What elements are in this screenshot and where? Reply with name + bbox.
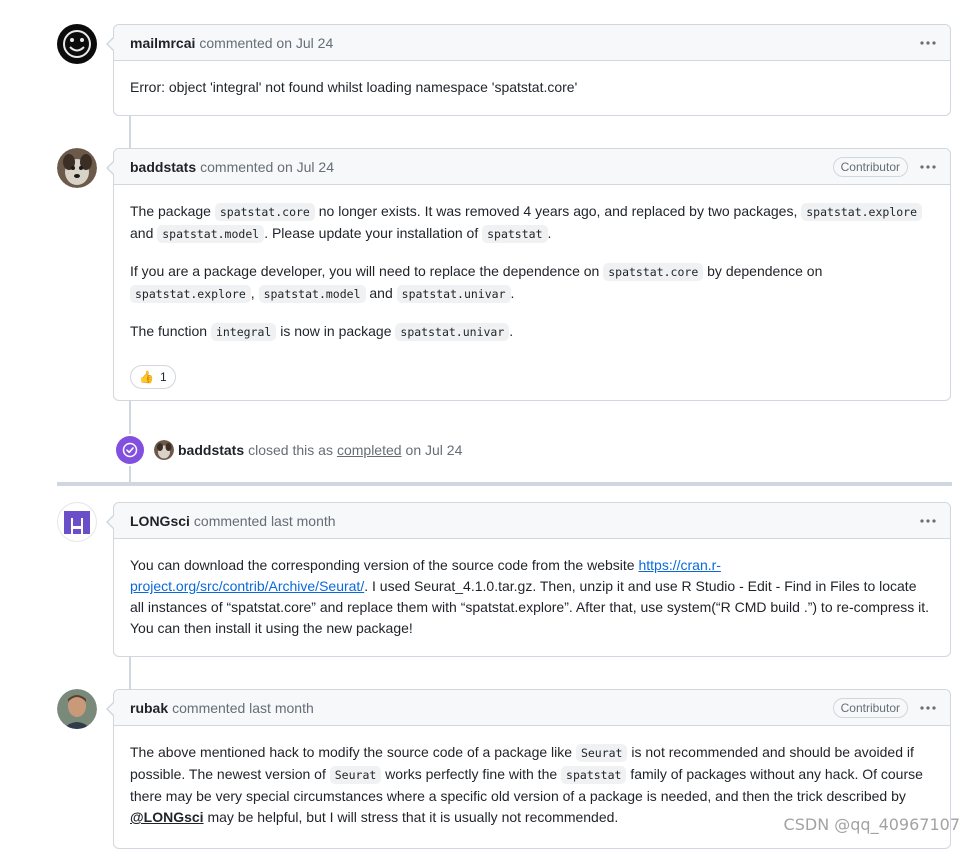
text: no longer exists. It was removed 4 years… [314, 203, 802, 219]
comment-card: baddstats commented on Jul 24 Contributo… [106, 148, 951, 403]
comment-author[interactable]: LONGsci [130, 513, 190, 529]
dog-avatar-icon [57, 148, 97, 188]
user-mention-link[interactable]: @LONGsci [130, 809, 204, 825]
inline-code: spatstat.core [603, 263, 704, 281]
inline-code: Seurat [575, 744, 628, 762]
comment-author[interactable]: mailmrcai [130, 35, 195, 51]
text: . [509, 323, 514, 339]
text: , [250, 285, 255, 301]
inline-code: spatstat.univar [395, 323, 510, 341]
text: and [365, 285, 397, 301]
thumbs-up-icon: 👍 [139, 369, 154, 384]
event-date[interactable]: on Jul 24 [406, 442, 463, 458]
text: may be helpful, but I will stress that i… [203, 809, 619, 825]
inline-code: integral [210, 323, 277, 341]
inline-code: spatstat.explore [801, 203, 923, 221]
paragraph: If you are a package developer, you will… [130, 261, 934, 305]
event-actor[interactable]: baddstats [178, 442, 244, 458]
kebab-menu-icon[interactable] [916, 511, 940, 531]
text: If you are a package developer, you will… [130, 263, 604, 279]
comment-header: rubak commented last month Contributor [114, 690, 950, 726]
event-text: closed this as [248, 442, 333, 458]
paragraph: The package spatstat.core no longer exis… [130, 201, 934, 245]
comment-text: Error: object 'integral' not found whils… [130, 79, 578, 95]
timeline-line [129, 656, 131, 690]
text: . [510, 285, 515, 301]
comment-header: mailmrcai commented on Jul 24 [114, 25, 950, 61]
text: by dependence on [703, 263, 823, 279]
contributor-badge: Contributor [832, 156, 908, 177]
reaction-count: 1 [159, 369, 167, 384]
inline-code: spatstat.model [258, 285, 366, 303]
comment-body: Error: object 'integral' not found whils… [114, 61, 950, 112]
timeline-line [129, 116, 131, 148]
comment-author[interactable]: baddstats [130, 159, 196, 175]
text: You can download the corresponding versi… [130, 557, 639, 573]
comment-body: You can download the corresponding versi… [114, 539, 950, 653]
inline-code: spatstat.core [214, 203, 315, 221]
comment-meta[interactable]: commented on Jul 24 [200, 159, 334, 175]
timeline-divider [57, 482, 952, 486]
inline-code: spatstat.univar [396, 285, 511, 303]
comment-author[interactable]: rubak [130, 700, 168, 716]
comment-meta[interactable]: commented on Jul 24 [199, 35, 333, 51]
inline-code: spatstat [561, 766, 627, 784]
text: . [547, 225, 552, 241]
avatar-mailmrcai[interactable] [57, 24, 97, 64]
text: . Please update your installation of [264, 225, 483, 241]
comment-card: LONGsci commented last month You can dow… [106, 502, 951, 657]
text: The package [130, 203, 215, 219]
watermark: CSDN @qq_40967107 [783, 815, 960, 834]
comment-meta[interactable]: commented last month [194, 513, 336, 529]
kebab-menu-icon[interactable] [916, 157, 940, 177]
inline-code: Seurat [329, 766, 382, 784]
paragraph: You can download the corresponding versi… [130, 555, 934, 639]
person-avatar-icon [57, 689, 97, 729]
paragraph: The function integral is now in package … [130, 321, 934, 343]
text: The above mentioned hack to modify the s… [130, 744, 576, 760]
avatar-rubak[interactable] [57, 689, 97, 729]
closed-event: baddstats closed this as completed on Ju… [116, 436, 462, 464]
text: is now in package [276, 323, 396, 339]
reaction-thumbs-up-button[interactable]: 👍 1 [130, 365, 176, 389]
kebab-menu-icon[interactable] [916, 33, 940, 53]
comment-body: The package spatstat.core no longer exis… [114, 185, 950, 403]
inline-code: spatstat [482, 225, 548, 243]
comment-header: LONGsci commented last month [114, 503, 950, 539]
text: The function [130, 323, 211, 339]
comment-meta[interactable]: commented last month [172, 700, 314, 716]
contributor-badge: Contributor [832, 697, 908, 718]
text: works perfectly fine with the [381, 766, 562, 782]
smiley-avatar-icon [58, 25, 96, 63]
avatar-baddstats[interactable] [57, 148, 97, 188]
inline-code: spatstat.model [157, 225, 265, 243]
comment-card: mailmrcai commented on Jul 24 Error: obj… [106, 24, 951, 116]
kebab-menu-icon[interactable] [916, 698, 940, 718]
avatar-longsci[interactable] [57, 502, 97, 542]
completed-link[interactable]: completed [337, 442, 402, 458]
check-circle-icon [116, 436, 144, 464]
mini-avatar-baddstats[interactable] [154, 440, 174, 460]
identicon-icon [64, 511, 90, 534]
comment-header: baddstats commented on Jul 24 Contributo… [114, 149, 950, 185]
text: and [130, 225, 158, 241]
inline-code: spatstat.explore [130, 285, 251, 303]
